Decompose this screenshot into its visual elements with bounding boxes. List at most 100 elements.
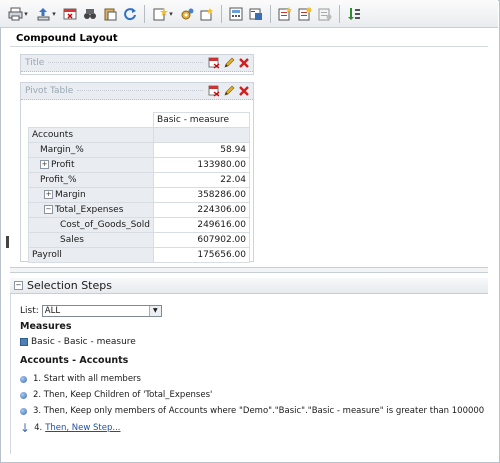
value-cell: 607902.00 (153, 232, 251, 248)
selection-step[interactable]: 2. Then, Keep Children of 'Total_Expense… (20, 390, 212, 400)
prompt-icon (249, 8, 262, 20)
delete-icon (63, 8, 77, 19)
selection-step[interactable]: 1. Start with all members (20, 374, 141, 384)
pivot-table: Basic - measure Accounts Margin_% 58.94 + Pr… (27, 112, 251, 263)
collapse-icon[interactable]: − (44, 205, 53, 214)
binoculars-icon (84, 8, 96, 19)
export-menu-button[interactable]: ▾ (33, 5, 59, 23)
chevron-down-icon: ▾ (24, 9, 28, 18)
row-header-cell[interactable]: + Profit (27, 157, 155, 173)
calculator-icon (229, 7, 243, 20)
sort-icon (348, 7, 360, 20)
filters-button[interactable] (227, 5, 245, 23)
row-label: Cost_of_Goods_Sold (60, 220, 151, 230)
table-row: + Profit 133980.00 (27, 157, 251, 173)
horizontal-splitter[interactable] (10, 267, 488, 273)
expand-icon[interactable]: + (44, 190, 53, 199)
accounts-title: Accounts - Accounts (20, 355, 129, 366)
document-options-icon (318, 8, 332, 20)
value-cell: 22.04 (153, 172, 251, 188)
row-label: Margin_% (40, 145, 84, 155)
row-header-cell[interactable]: Sales (27, 232, 155, 248)
row-header-cell[interactable]: Margin_% (27, 142, 155, 158)
properties-button[interactable] (198, 5, 216, 23)
row-label: Accounts (32, 130, 74, 140)
new-step-link[interactable]: Then, New Step... (45, 423, 120, 433)
refresh-icon (124, 7, 136, 20)
toolbar-separator (270, 4, 271, 23)
step-bullet-icon (20, 407, 27, 415)
pivot-corner-cell (28, 112, 154, 128)
edit-pencil-icon[interactable] (222, 85, 235, 98)
expand-icon[interactable]: + (40, 160, 49, 169)
chevron-down-icon[interactable]: ▼ (148, 306, 161, 316)
delete-view-button[interactable] (61, 5, 79, 23)
table-row: Accounts (27, 127, 251, 143)
close-icon[interactable] (237, 85, 250, 98)
title-view-header[interactable]: Title (21, 55, 253, 72)
row-header-cell[interactable]: Payroll (27, 247, 155, 263)
sort-button[interactable] (345, 5, 363, 23)
edit-pencil-icon[interactable] (222, 57, 235, 70)
row-header-cell[interactable]: Cost_of_Goods_Sold (27, 217, 155, 233)
step-bullet-icon (20, 375, 27, 383)
list-label: List: (20, 306, 39, 316)
pivot-view-header[interactable]: Pivot Table (21, 83, 253, 100)
preview-button[interactable] (81, 5, 99, 23)
remove-view-icon[interactable] (207, 85, 220, 98)
toolbar-separator (221, 4, 222, 23)
document-star-icon (278, 6, 292, 20)
export-icon (37, 7, 50, 20)
toolbar-separator (339, 4, 340, 23)
drag-handle[interactable] (48, 62, 203, 64)
measure-icon (20, 338, 28, 346)
table-row: Margin_% 58.94 (27, 142, 251, 158)
title-view-label: Title (25, 58, 45, 68)
measure-item[interactable]: Basic - Basic - measure (20, 337, 136, 347)
value-cell: 358286.00 (153, 187, 251, 203)
list-select[interactable]: ALL ▼ (41, 305, 162, 317)
new-view-menu-button[interactable]: ▾ (150, 5, 176, 23)
selection-step[interactable]: 3. Then, Keep only members of Accounts w… (20, 406, 484, 416)
chevron-down-icon: ▾ (52, 9, 56, 18)
settings-button[interactable] (178, 5, 196, 23)
title-view: Title (20, 54, 254, 75)
new-view-icon (153, 7, 169, 20)
printer-icon (8, 7, 23, 20)
selection-steps-header[interactable]: − Selection Steps (10, 278, 488, 294)
close-icon[interactable] (237, 57, 250, 70)
step-bullet-icon (20, 391, 27, 399)
prompts-button[interactable] (247, 5, 265, 23)
document-edit-icon (298, 7, 312, 20)
value-cell: 175656.00 (153, 247, 251, 263)
options-button[interactable] (316, 5, 334, 23)
measure-column-header[interactable]: Basic - measure (153, 112, 251, 128)
paste-button[interactable] (101, 5, 119, 23)
drag-handle[interactable] (77, 90, 203, 92)
value-cell: 58.94 (153, 142, 251, 158)
row-label: Total_Expenses (55, 205, 124, 215)
edit-analysis-button[interactable] (296, 5, 314, 23)
row-label: Profit (51, 160, 75, 170)
table-row: Sales 607902.00 (27, 232, 251, 248)
remove-view-icon[interactable] (207, 57, 220, 70)
row-header-cell[interactable]: Accounts (27, 127, 155, 143)
row-label: Profit_% (40, 175, 77, 185)
toolbar: ▾ ▾ ▾ (0, 0, 498, 28)
save-button[interactable] (276, 5, 294, 23)
chevron-down-icon: ▾ (169, 9, 173, 18)
row-header-cell[interactable]: + Margin (27, 187, 155, 203)
print-menu-button[interactable]: ▾ (5, 5, 31, 23)
row-header-cell[interactable]: Profit_% (27, 172, 155, 188)
step-text: 3. Then, Keep only members of Accounts w… (33, 406, 485, 416)
pivot-header-row: Basic - measure (28, 112, 251, 128)
row-label: Payroll (32, 250, 62, 260)
properties-icon (200, 7, 213, 20)
refresh-button[interactable] (121, 5, 139, 23)
table-row: Profit_% 22.04 (27, 172, 251, 188)
value-cell: 133980.00 (153, 157, 251, 173)
row-header-cell[interactable]: − Total_Expenses (27, 202, 155, 218)
vertical-splitter-handle[interactable] (6, 236, 9, 248)
row-label: Margin (55, 190, 86, 200)
collapse-toggle-icon[interactable]: − (14, 281, 23, 290)
